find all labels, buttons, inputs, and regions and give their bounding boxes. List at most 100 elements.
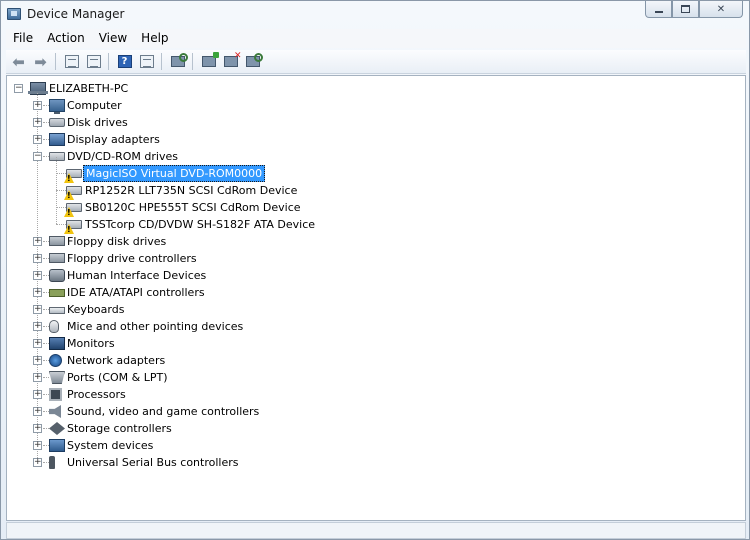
maximize-button[interactable]: [672, 1, 699, 18]
device-manager-icon: [7, 8, 21, 20]
collapse-toggle[interactable]: −: [33, 152, 42, 161]
tree-category-label: Processors: [67, 388, 126, 401]
toolbar-separator: [108, 53, 109, 70]
status-bar: [6, 522, 746, 539]
dvd-drive-icon: [64, 169, 82, 183]
expand-toggle[interactable]: +: [33, 373, 42, 382]
expand-toggle[interactable]: +: [33, 441, 42, 450]
tree-root-label: ELIZABETH-PC: [49, 82, 129, 95]
toolbar-separator: [55, 53, 56, 70]
back-button[interactable]: ⬅: [9, 52, 28, 71]
tree-category-label: System devices: [67, 439, 154, 452]
tree-category-label: Mice and other pointing devices: [67, 320, 244, 333]
tree-category-label: Network adapters: [67, 354, 166, 367]
expand-toggle[interactable]: +: [33, 101, 42, 110]
view-list-button[interactable]: [137, 52, 156, 71]
tree-category[interactable]: + Keyboards: [7, 301, 707, 318]
tree-category[interactable]: + Mice and other pointing devices: [7, 318, 707, 335]
expand-toggle[interactable]: +: [33, 322, 42, 331]
dvd-drive-icon: [64, 203, 82, 217]
tree-category[interactable]: + System devices: [7, 437, 707, 454]
device-manager-window: Device Manager ✕ File Action View Help ⬅…: [0, 0, 750, 540]
collapse-toggle[interactable]: −: [14, 84, 23, 93]
tree-connector: [56, 224, 66, 225]
floppy-controller-icon: [49, 253, 65, 263]
properties-button[interactable]: [84, 52, 103, 71]
close-button[interactable]: ✕: [699, 1, 743, 18]
tree-device[interactable]: RP1252R LLT735N SCSI CdRom Device: [7, 182, 707, 200]
tree-connector: [56, 190, 66, 191]
tree-root[interactable]: − ELIZABETH-PC: [7, 80, 707, 97]
tree-category[interactable]: + Human Interface Devices: [7, 267, 707, 284]
tree-category[interactable]: + Floppy drive controllers: [7, 250, 707, 267]
dvd-drive-icon: [64, 220, 82, 234]
tree-category[interactable]: + Universal Serial Bus controllers: [7, 454, 707, 471]
storage-controller-icon: [49, 422, 65, 435]
minimize-button[interactable]: [645, 1, 672, 18]
uninstall-icon: [223, 51, 242, 67]
expand-toggle[interactable]: +: [33, 237, 42, 246]
expand-toggle[interactable]: +: [33, 339, 42, 348]
tree-connector: [56, 173, 66, 174]
tree-category[interactable]: + Display adapters: [7, 131, 707, 148]
show-hide-console-tree-button[interactable]: [62, 52, 81, 71]
menu-help[interactable]: Help: [134, 29, 175, 48]
tree-category[interactable]: + Processors: [7, 386, 707, 403]
menu-file[interactable]: File: [6, 29, 40, 48]
tree-category[interactable]: + Floppy disk drives: [7, 233, 707, 250]
tree-category[interactable]: + Disk drives: [7, 114, 707, 131]
forward-button[interactable]: ➡: [31, 52, 50, 71]
close-icon: ✕: [716, 3, 726, 15]
network-adapter-icon: [49, 354, 62, 367]
update-driver-icon: [201, 52, 219, 67]
expand-toggle[interactable]: +: [33, 458, 42, 467]
tree-category-label: Monitors: [67, 337, 115, 350]
tree-category-label: Storage controllers: [67, 422, 172, 435]
expand-toggle[interactable]: +: [33, 424, 42, 433]
help-button[interactable]: ?: [115, 52, 134, 71]
uninstall-button[interactable]: [221, 51, 242, 71]
title-bar[interactable]: Device Manager ✕: [1, 1, 750, 29]
toolbar-separator: [161, 53, 162, 70]
expand-toggle[interactable]: +: [33, 118, 42, 127]
tree-category[interactable]: + Sound, video and game controllers: [7, 403, 707, 420]
tree-category[interactable]: − DVD/CD-ROM drives: [7, 148, 707, 165]
tree-category[interactable]: + Storage controllers: [7, 420, 707, 437]
tree-category-label: Universal Serial Bus controllers: [67, 456, 239, 469]
tree-category[interactable]: + Monitors: [7, 335, 707, 352]
device-tree[interactable]: − ELIZABETH-PC + Computer + Disk drives + Displ…: [6, 75, 746, 521]
disk-drive-icon: [49, 118, 65, 127]
tree-category[interactable]: + Network adapters: [7, 352, 707, 369]
expand-toggle[interactable]: +: [33, 254, 42, 263]
hid-icon: [49, 269, 65, 282]
scan-hardware-button[interactable]: [168, 52, 188, 71]
toolbar-separator: [192, 53, 193, 70]
disable-button[interactable]: [243, 52, 263, 71]
tree-category[interactable]: + Computer: [7, 97, 707, 114]
menu-action[interactable]: Action: [40, 29, 92, 48]
tree-category-label: Computer: [67, 99, 122, 112]
expand-toggle[interactable]: +: [33, 135, 42, 144]
list-icon: [139, 55, 154, 68]
expand-toggle[interactable]: +: [33, 271, 42, 280]
expand-toggle[interactable]: +: [33, 356, 42, 365]
sound-icon: [49, 405, 61, 418]
tree-connector: [43, 411, 49, 412]
properties-icon: [86, 55, 101, 68]
tree-device[interactable]: SB0120C HPE555T SCSI CdRom Device: [7, 199, 707, 217]
menu-view[interactable]: View: [92, 29, 134, 48]
update-driver-button[interactable]: [199, 52, 219, 71]
expand-toggle[interactable]: +: [33, 288, 42, 297]
expand-toggle[interactable]: +: [33, 390, 42, 399]
tree-category[interactable]: + IDE ATA/ATAPI controllers: [7, 284, 707, 301]
minimize-icon: [654, 11, 663, 13]
tree-device[interactable]: MagicISO Virtual DVD-ROM0000: [7, 165, 707, 183]
tree-category[interactable]: + Ports (COM & LPT): [7, 369, 707, 386]
menu-bar: File Action View Help: [6, 29, 746, 48]
expand-toggle[interactable]: +: [33, 305, 42, 314]
window-title: Device Manager: [27, 7, 125, 21]
usb-icon: [49, 456, 55, 469]
tree-device[interactable]: TSSTcorp CD/DVDW SH-S182F ATA Device: [7, 216, 707, 234]
expand-toggle[interactable]: +: [33, 407, 42, 416]
toolbar: ⬅ ➡ ?: [6, 50, 746, 74]
